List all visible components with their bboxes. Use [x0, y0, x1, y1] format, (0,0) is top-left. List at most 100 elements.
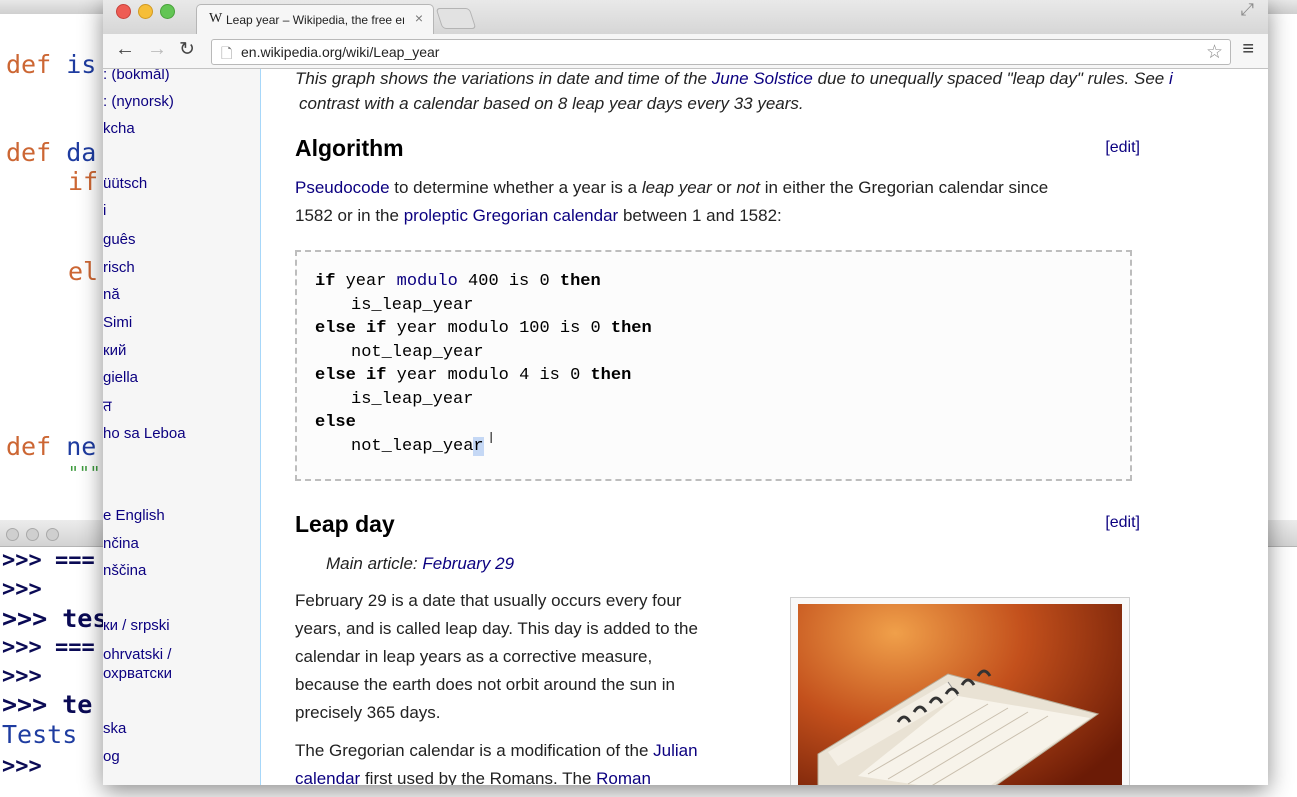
june-solstice-link[interactable]: June Solstice: [712, 69, 813, 88]
leap-day-paragraph-line: years, and is called leap day. This day …: [295, 619, 698, 638]
code-line: is_leap_year: [351, 296, 474, 315]
page-icon: 🗋: [221, 45, 233, 61]
leap-day-paragraph-line: February 29 is a date that usually occur…: [295, 591, 682, 610]
shell-line: >>> ===: [2, 635, 95, 660]
edit-algorithm-link[interactable]: [edit]: [1105, 139, 1140, 157]
language-link[interactable]: ohrvatski /: [103, 646, 171, 663]
algorithm-paragraph: Pseudocode to determine whether a year i…: [295, 178, 1049, 197]
editor-line[interactable]: if: [68, 167, 98, 196]
minimize-window-icon[interactable]: [138, 4, 153, 19]
language-link[interactable]: त: [103, 396, 112, 416]
language-link[interactable]: nčina: [103, 535, 139, 552]
shell-line: >>> ===: [2, 548, 95, 573]
wikipedia-favicon-icon: W: [209, 11, 223, 26]
calendar-figure: [790, 597, 1130, 785]
forward-arrow-icon[interactable]: →: [147, 38, 167, 61]
roman-link[interactable]: Roman: [596, 769, 651, 785]
web-page: : (bokmål) : (nynorsk) kcha üütsch i guê…: [103, 69, 1268, 785]
leap-day-paragraph-line: because the earth does not orbit around …: [295, 675, 675, 694]
proleptic-gregorian-link[interactable]: proleptic Gregorian calendar: [404, 206, 619, 225]
editor-function-name: da: [66, 138, 97, 167]
editor-line[interactable]: def da: [6, 138, 96, 167]
language-link[interactable]: üütsch: [103, 175, 147, 192]
menu-icon[interactable]: ≡: [1242, 38, 1254, 61]
tab-close-icon[interactable]: ×: [415, 10, 423, 26]
language-link[interactable]: nă: [103, 286, 120, 303]
shell-line: >>>: [2, 664, 42, 689]
algorithm-paragraph-line: 1582 or in the proleptic Gregorian calen…: [295, 206, 782, 225]
language-link[interactable]: ska: [103, 720, 126, 737]
shell-line: >>> te: [2, 690, 93, 719]
gregorian-paragraph-line: The Gregorian calendar is a modification…: [295, 741, 698, 760]
editor-keyword: el: [68, 257, 99, 286]
february-29-link[interactable]: February 29: [422, 554, 514, 573]
edit-leap-day-link[interactable]: [edit]: [1105, 514, 1140, 532]
leap-day-heading: Leap day: [295, 511, 395, 537]
calendar-illustration: [817, 669, 1100, 785]
julian-calendar-link[interactable]: Julian: [653, 741, 697, 760]
code-line: is_leap_year: [351, 390, 474, 409]
language-link[interactable]: Simi: [103, 314, 132, 331]
language-sidebar: : (bokmål) : (nynorsk) kcha üütsch i guê…: [103, 69, 261, 785]
text-cursor-icon: I: [489, 430, 494, 447]
reload-icon[interactable]: ↻: [179, 38, 195, 61]
editor-function-name: is: [66, 50, 97, 79]
editor-keyword: def: [6, 50, 52, 79]
language-link[interactable]: : (nynorsk): [103, 93, 174, 110]
language-link[interactable]: kcha: [103, 120, 135, 137]
editor-function-name: ne: [66, 432, 97, 461]
pseudocode-link[interactable]: Pseudocode: [295, 178, 390, 197]
tab-leap-year[interactable]: W Leap year – Wikipedia, the free encycl…: [196, 4, 434, 35]
new-tab-button[interactable]: [435, 8, 477, 29]
tab-strip: W Leap year – Wikipedia, the free encycl…: [103, 0, 1268, 35]
shell-line: >>> tes: [2, 604, 108, 633]
editor-line[interactable]: def ne: [6, 432, 96, 461]
back-arrow-icon[interactable]: ←: [115, 38, 135, 61]
url-text[interactable]: en.wikipedia.org/wiki/Leap_year: [241, 44, 439, 60]
leap-day-paragraph-line: calendar in leap years as a corrective m…: [295, 647, 653, 666]
language-link[interactable]: og: [103, 748, 120, 765]
language-link[interactable]: e English: [103, 507, 165, 524]
language-link[interactable]: кий: [103, 342, 126, 359]
code-line: not_leap_year: [351, 437, 484, 456]
julian-calendar-link[interactable]: calendar: [295, 769, 360, 785]
calendar-photo[interactable]: [798, 604, 1122, 785]
shell-line: >>>: [2, 754, 42, 779]
language-link[interactable]: i: [103, 202, 106, 219]
star-icon[interactable]: ☆: [1206, 41, 1223, 64]
caption-link[interactable]: i: [1169, 69, 1173, 88]
language-link[interactable]: nščina: [103, 562, 146, 579]
language-link[interactable]: ho sa Leboa: [103, 425, 186, 442]
editor-line[interactable]: el: [68, 257, 98, 286]
figure-caption: This graph shows the variations in date …: [295, 69, 1173, 88]
zoom-window-icon[interactable]: [160, 4, 175, 19]
language-link[interactable]: giella: [103, 369, 138, 386]
code-line: else if year modulo 100 is 0 then: [315, 319, 652, 338]
pseudocode-block[interactable]: if year modulo 400 is 0 then is_leap_yea…: [295, 250, 1132, 481]
editor-keyword: def: [6, 432, 52, 461]
algorithm-heading: Algorithm: [295, 135, 404, 161]
language-link[interactable]: risch: [103, 259, 135, 276]
tab-title: Leap year – Wikipedia, the free encyclop…: [226, 13, 404, 27]
language-link[interactable]: : (bokmål): [103, 69, 170, 83]
shell-line: >>>: [2, 577, 42, 602]
editor-line[interactable]: def is: [6, 50, 96, 79]
language-link[interactable]: ки / srpski: [103, 617, 170, 634]
shell-output-tests: Tests: [2, 720, 78, 749]
browser-toolbar: ← → ↻ 🗋 en.wikipedia.org/wiki/Leap_year …: [103, 34, 1268, 69]
figure-caption-line: contrast with a calendar based on 8 leap…: [299, 94, 804, 113]
shell-close-icon[interactable]: [6, 528, 19, 541]
main-article-note: Main article: February 29: [326, 554, 515, 573]
resize-icon[interactable]: ⤢: [1240, 0, 1254, 20]
code-line: if year modulo 400 is 0 then: [315, 272, 601, 291]
shell-minimize-icon[interactable]: [26, 528, 39, 541]
leap-day-paragraph-line: precisely 365 days.: [295, 703, 441, 722]
shell-zoom-icon[interactable]: [46, 528, 59, 541]
close-window-icon[interactable]: [116, 4, 131, 19]
code-line: else if year modulo 4 is 0 then: [315, 366, 632, 385]
code-line: not_leap_year: [351, 343, 484, 362]
language-link[interactable]: guês: [103, 231, 136, 248]
address-bar[interactable]: 🗋 en.wikipedia.org/wiki/Leap_year ☆: [211, 39, 1231, 65]
language-link[interactable]: охрватски: [103, 665, 172, 682]
code-line: else: [315, 413, 356, 432]
